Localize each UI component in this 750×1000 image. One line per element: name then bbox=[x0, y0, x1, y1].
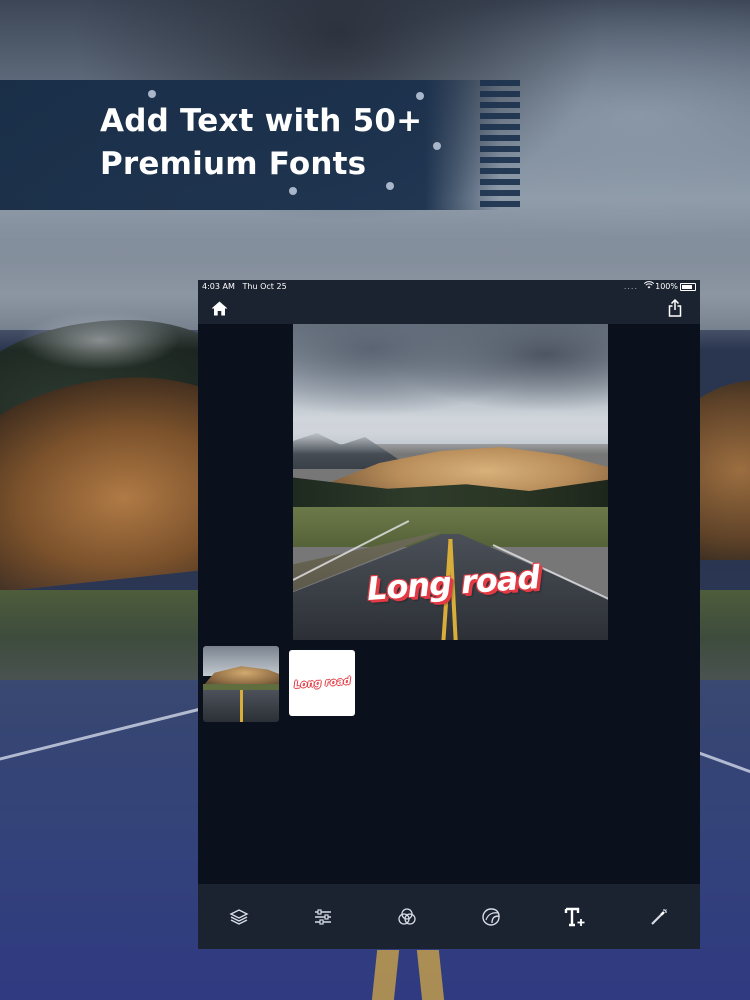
layers-icon[interactable] bbox=[226, 904, 252, 930]
battery-percent: 100% bbox=[655, 282, 678, 291]
status-time: 4:03 AM Thu Oct 25 bbox=[202, 282, 287, 291]
decor-dot bbox=[148, 90, 156, 98]
top-nav-bar bbox=[198, 293, 700, 324]
status-signal-dots: .... bbox=[623, 282, 638, 291]
home-icon[interactable] bbox=[207, 296, 231, 320]
decor-dot bbox=[433, 142, 441, 150]
device-screen: 4:03 AM Thu Oct 25 .... 100% Long road L… bbox=[198, 280, 700, 949]
battery-icon bbox=[680, 283, 696, 291]
decor-dot bbox=[386, 182, 394, 190]
share-icon[interactable] bbox=[663, 296, 687, 320]
adjust-sliders-icon[interactable] bbox=[310, 904, 336, 930]
bottom-toolbar bbox=[198, 884, 700, 949]
sticker-icon[interactable] bbox=[478, 904, 504, 930]
layer-thumbnail-text[interactable]: Long road bbox=[289, 650, 355, 716]
magic-wand-icon[interactable] bbox=[646, 904, 672, 930]
banner-brush-edge bbox=[480, 80, 520, 210]
status-bar: 4:03 AM Thu Oct 25 .... 100% bbox=[198, 280, 700, 293]
layer-text-preview: Long road bbox=[293, 675, 351, 691]
thumb-lane bbox=[240, 690, 243, 722]
filters-icon[interactable] bbox=[394, 904, 420, 930]
add-text-icon[interactable] bbox=[562, 904, 588, 930]
editor-workspace: Long road Long road bbox=[198, 324, 700, 884]
headline-line-2: Premium Fonts bbox=[100, 146, 367, 182]
decor-dot bbox=[416, 92, 424, 100]
headline-line-1: Add Text with 50+ bbox=[100, 103, 423, 139]
headline: Add Text with 50+ Premium Fonts bbox=[100, 100, 460, 186]
photo-canvas[interactable]: Long road bbox=[293, 324, 608, 640]
photo-mist bbox=[293, 409, 608, 454]
wifi-icon bbox=[643, 281, 655, 291]
decor-dot bbox=[289, 187, 297, 195]
layer-thumbnail-photo[interactable] bbox=[203, 646, 279, 722]
